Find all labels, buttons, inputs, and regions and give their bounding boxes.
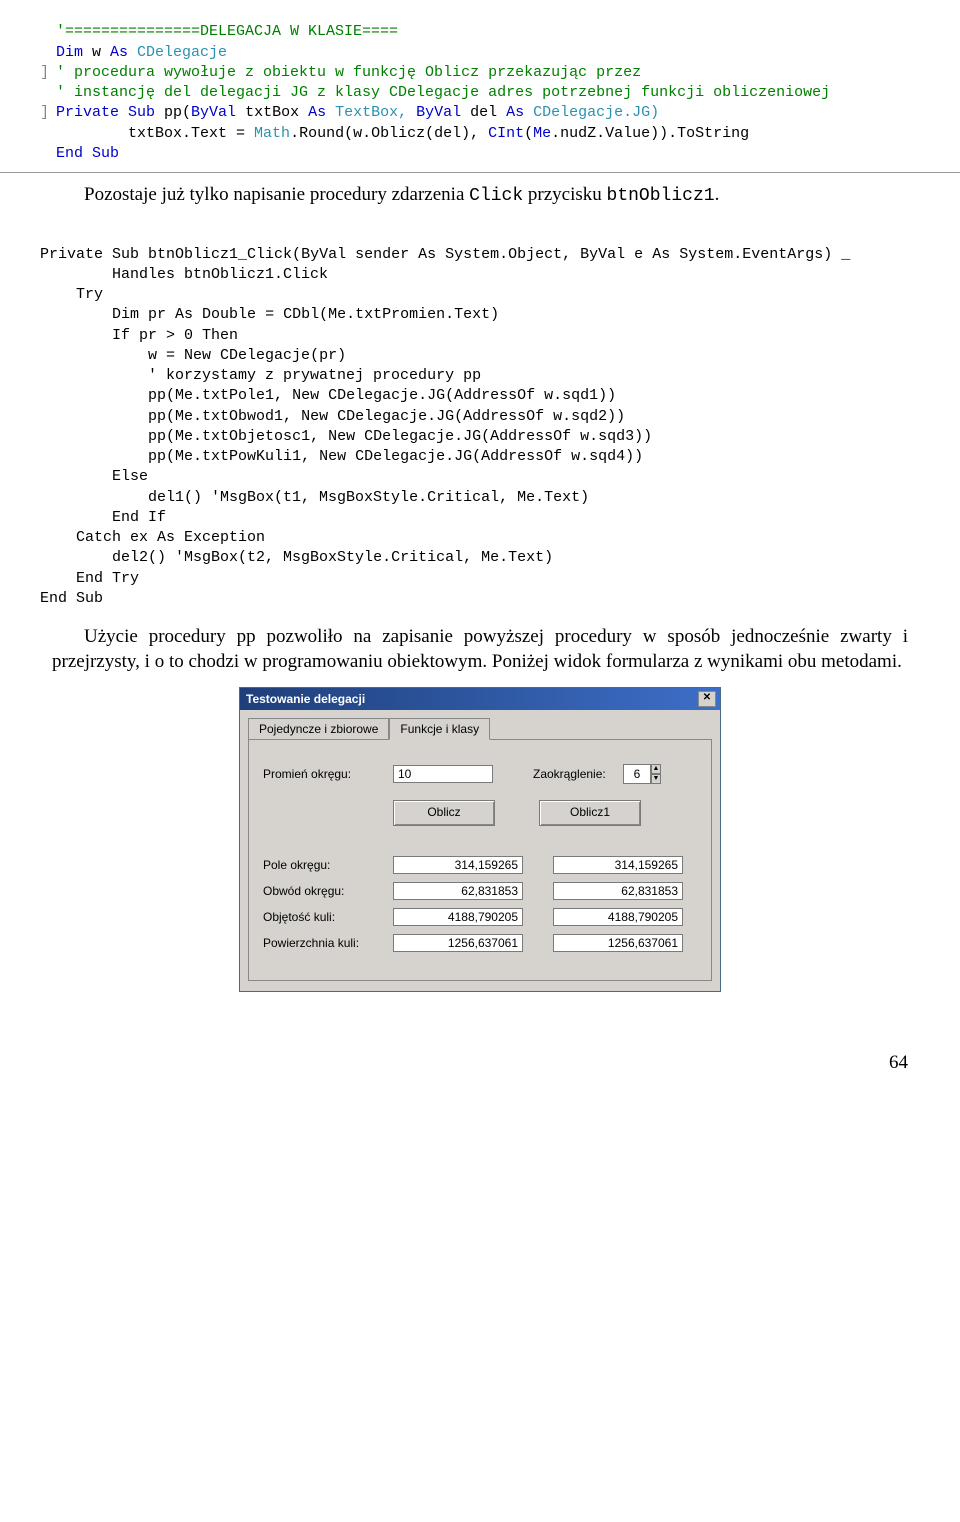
para1-code-b: Click xyxy=(469,186,523,206)
para1-text-c: przycisku xyxy=(523,184,606,205)
output-obwod-a[interactable] xyxy=(393,882,523,900)
paragraph-2: Użycie procedury pp pozwoliło na zapisan… xyxy=(52,625,908,674)
chevron-up-icon[interactable]: ▲ xyxy=(651,764,661,774)
output-obj-b[interactable] xyxy=(553,908,683,926)
titlebar: Testowanie delegacji ✕ xyxy=(240,688,720,710)
output-pow-b[interactable] xyxy=(553,934,683,952)
paragraph-1: Pozostaje już tylko napisanie procedury … xyxy=(52,183,908,208)
output-pow-a[interactable] xyxy=(393,934,523,952)
label-promien: Promień okręgu: xyxy=(263,767,393,781)
para1-text-e: . xyxy=(715,184,720,205)
output-obwod-b[interactable] xyxy=(553,882,683,900)
label-pole: Pole okręgu: xyxy=(263,858,393,872)
button-oblicz[interactable]: Oblicz xyxy=(393,800,495,826)
para1-code-d: btnOblicz1 xyxy=(607,186,715,206)
tab-pane: Promień okręgu: Zaokrąglenie: ▲▼ Oblicz … xyxy=(248,739,712,981)
label-obwod: Obwód okręgu: xyxy=(263,884,393,898)
label-objetosc: Objętość kuli: xyxy=(263,910,393,924)
chevron-down-icon[interactable]: ▼ xyxy=(651,774,661,784)
code-block-2: Private Sub btnOblicz1_Click(ByVal sende… xyxy=(0,220,960,617)
input-promien[interactable] xyxy=(393,765,493,783)
window-form: Testowanie delegacji ✕ Pojedyncze i zbio… xyxy=(239,687,721,992)
code-block-1: '===============DELEGACJA W KLASIE==== D… xyxy=(0,0,960,173)
tab-funkcje[interactable]: Funkcje i klasy xyxy=(389,718,490,740)
output-pole-b[interactable] xyxy=(553,856,683,874)
output-obj-a[interactable] xyxy=(393,908,523,926)
close-icon[interactable]: ✕ xyxy=(698,691,716,707)
label-powierzchnia: Powierzchnia kuli: xyxy=(263,936,393,950)
window-title: Testowanie delegacji xyxy=(246,692,365,706)
para1-text-a: Pozostaje już tylko napisanie procedury … xyxy=(84,184,469,205)
tab-pojedyncze[interactable]: Pojedyncze i zbiorowe xyxy=(248,718,389,739)
spinner-value[interactable] xyxy=(623,764,651,784)
output-pole-a[interactable] xyxy=(393,856,523,874)
button-oblicz1[interactable]: Oblicz1 xyxy=(539,800,641,826)
spinner-zaokraglenie[interactable]: ▲▼ xyxy=(623,764,661,784)
page-number: 64 xyxy=(0,1052,908,1074)
label-zaokraglenie: Zaokrąglenie: xyxy=(533,767,623,781)
